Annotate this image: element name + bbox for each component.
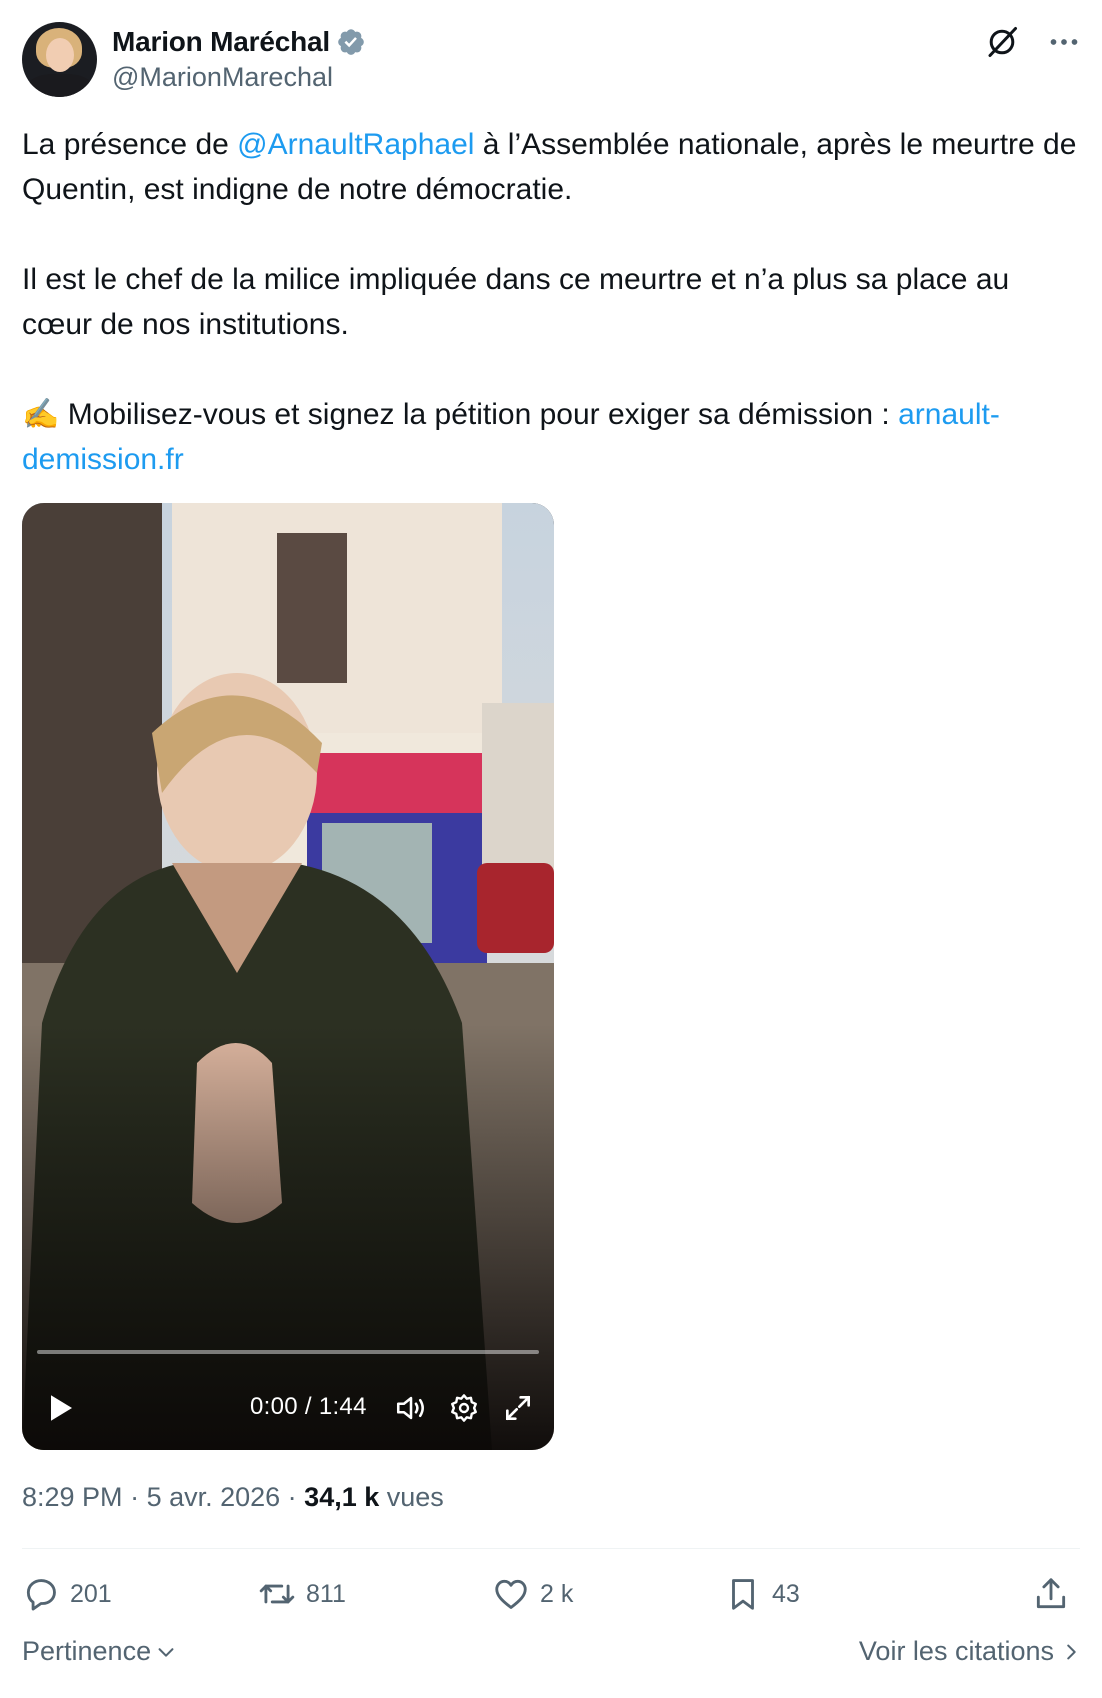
sort-label: Pertinence [22,1636,152,1666]
paragraph-1: La présence de @ArnaultRaphael à l’Assem… [22,122,1082,212]
action-bar: 201 811 2 k 43 [22,1568,1082,1620]
video-progress-bar[interactable] [37,1350,539,1354]
avatar[interactable] [22,22,97,97]
tweet-time[interactable]: 8:29 PM [22,1482,123,1512]
settings-icon[interactable] [448,1391,480,1425]
repost-button[interactable]: 811 [258,1568,346,1620]
bookmark-count: 43 [772,1579,800,1608]
meta-separator: · [280,1482,305,1512]
play-icon[interactable] [42,1390,78,1426]
repost-icon [259,1584,295,1604]
reply-button[interactable]: 201 [22,1568,112,1620]
sort-dropdown[interactable]: Pertinence [22,1636,177,1667]
share-button[interactable] [1032,1568,1070,1620]
mention-link[interactable]: @ArnaultRaphael [237,128,474,161]
avatar-coat [28,74,92,97]
tweet-date[interactable]: 5 avr. 2026 [147,1482,281,1512]
meta-separator: · [122,1482,147,1512]
grok-icon[interactable] [984,24,1020,60]
paragraph-3: ✍️ Mobilisez-vous et signez la pétition … [22,392,1082,482]
bookmark-button[interactable]: 43 [724,1568,800,1620]
reply-icon [26,1579,56,1611]
views-count: 34,1 k [304,1482,380,1512]
bookmark-icon [732,1579,754,1610]
video-time: 0:00 / 1:44 [250,1393,367,1420]
replies-footer: Pertinence Voir les citations [22,1630,1082,1678]
share-icon [1036,1578,1066,1609]
avatar-face [46,38,74,72]
text-segment: La présence de [22,128,238,161]
name-row: Marion Maréchal [112,22,366,62]
like-count: 2 k [540,1579,574,1608]
views-label: vues [386,1482,444,1512]
text-segment: Mobilisez-vous et signez la pétition pou… [59,398,899,431]
video-player[interactable]: 0:00 / 1:44 [22,503,554,1450]
display-name[interactable]: Marion Maréchal [112,26,330,58]
divider [22,1548,1080,1549]
like-button[interactable]: 2 k [492,1568,573,1620]
writing-hand-emoji: ✍️ [22,398,60,431]
repost-count: 811 [306,1579,346,1608]
tweet-meta: 8:29 PM · 5 avr. 2026 · 34,1 k vues [22,1482,444,1513]
more-icon[interactable] [1046,24,1082,60]
like-icon [495,1579,527,1609]
view-quotes-link[interactable]: Voir les citations [859,1636,1082,1667]
tweet-text: La présence de @ArnaultRaphael à l’Assem… [22,122,1082,482]
handle[interactable]: @MarionMarechal [112,62,333,93]
paragraph-2: Il est le chef de la milice impliquée da… [22,263,1018,341]
video-frame [22,503,554,1450]
reply-count: 201 [70,1579,112,1608]
chevron-down-icon [158,1647,174,1657]
fullscreen-icon[interactable] [502,1391,534,1425]
chevron-right-icon [1067,1644,1076,1659]
tweet-header: Marion Maréchal @MarionMarechal [22,22,1082,98]
quotes-label: Voir les citations [858,1636,1054,1666]
volume-icon[interactable] [394,1391,428,1425]
verified-badge-icon[interactable] [336,27,366,57]
